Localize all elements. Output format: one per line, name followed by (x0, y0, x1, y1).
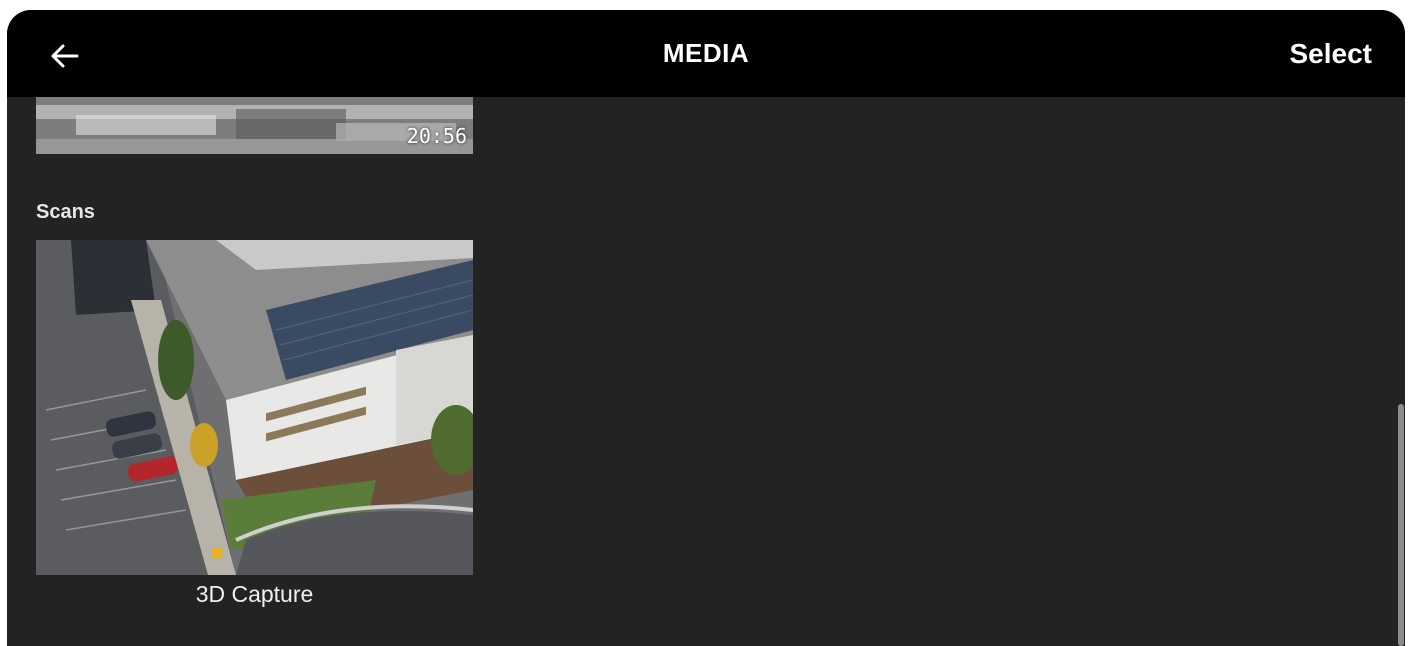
video-thumbnail[interactable]: 20:56 (36, 97, 473, 154)
top-bar: MEDIA Select (7, 10, 1405, 97)
scrollbar[interactable] (1398, 404, 1404, 646)
scan-thumbnail[interactable] (36, 240, 473, 575)
media-screen: MEDIA Select 20:56 Scans 3D Capture (7, 10, 1405, 646)
video-duration: 20:56 (406, 124, 467, 148)
scan-label: 3D Capture (195, 581, 314, 607)
section-title-scans: Scans (36, 201, 95, 223)
page-title: MEDIA (662, 38, 750, 68)
select-button[interactable]: Select (1290, 38, 1373, 70)
media-gallery[interactable]: 20:56 Scans 3D Capture (7, 97, 1405, 646)
aerial-building-image (36, 240, 473, 575)
